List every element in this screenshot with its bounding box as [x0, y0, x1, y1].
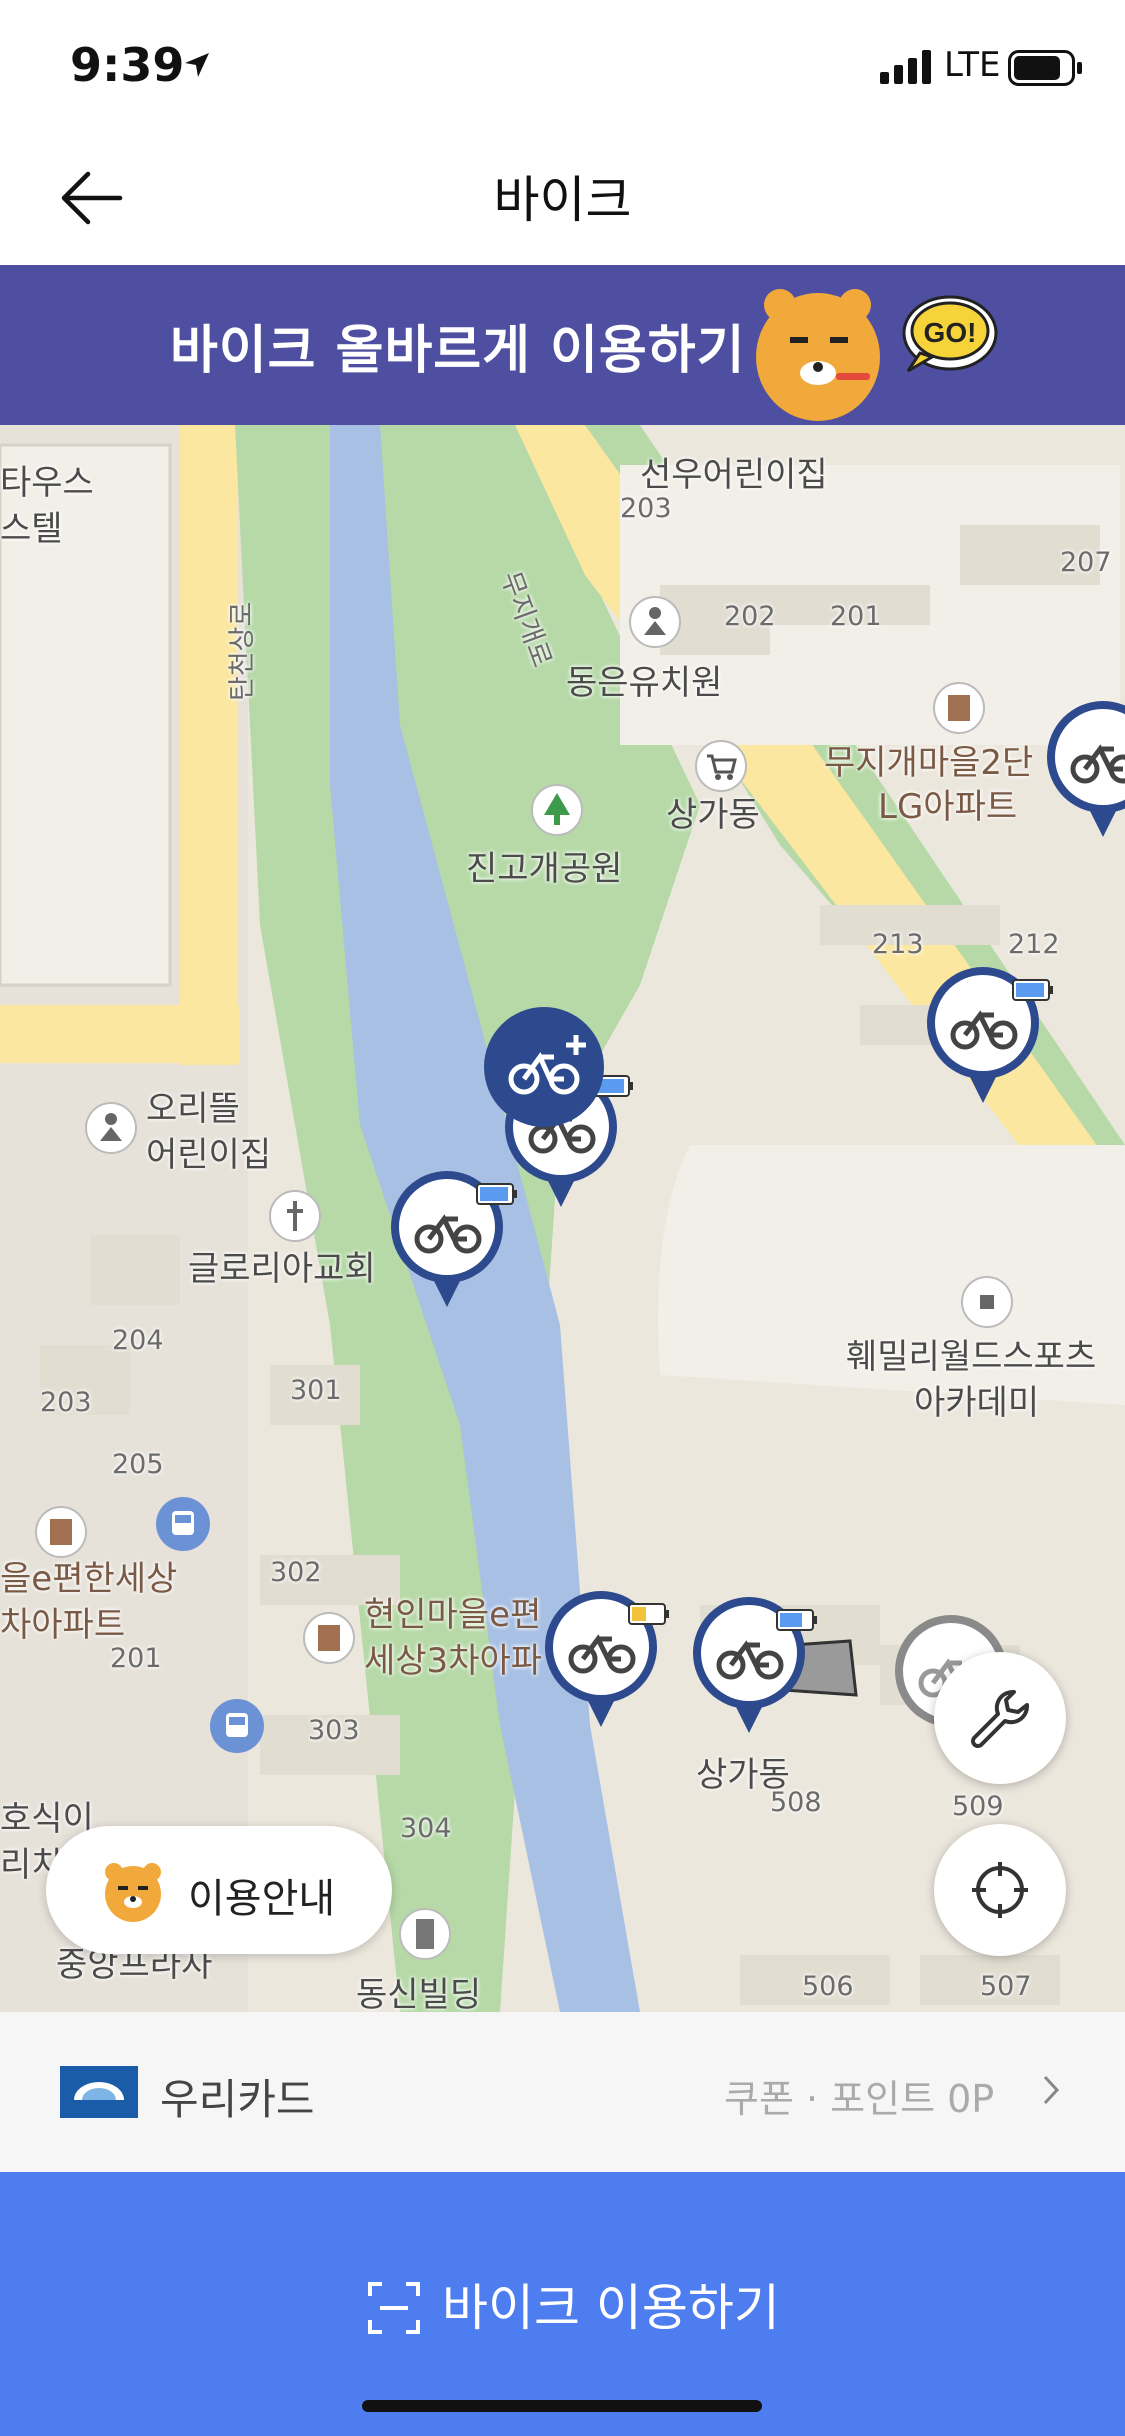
- building-number: 304: [400, 1813, 452, 1844]
- go-badge: GO!: [924, 317, 977, 348]
- building-number: 212: [1008, 929, 1060, 960]
- church-poi-icon[interactable]: [268, 1189, 322, 1243]
- map-label: 스텔: [0, 509, 63, 549]
- building-number: 302: [270, 1557, 322, 1588]
- network-type: LTE: [944, 45, 1001, 85]
- building-number: 213: [872, 929, 924, 960]
- card-logo-icon: [60, 2066, 138, 2118]
- coupon-points[interactable]: 쿠폰 · 포인트 0P: [724, 2068, 994, 2123]
- kindergarten-poi-icon[interactable]: [628, 595, 682, 649]
- building-number: 508: [770, 1787, 822, 1818]
- map-label: 아카데미: [914, 1383, 1040, 1423]
- park-tree-icon[interactable]: [530, 783, 584, 837]
- map-label: 훼밀리월드스포츠: [846, 1337, 1097, 1377]
- map-label: 타우스: [0, 463, 94, 503]
- bike-map[interactable]: 타우스 스텔 선우어린이집 무지개로 동은유치원 무지개마을2단 LG아파트 상…: [0, 425, 1125, 2012]
- map-label: 동신빌딩: [356, 1975, 482, 2012]
- apartment-poi-icon[interactable]: [34, 1505, 88, 1559]
- bus-stop-icon[interactable]: [154, 1495, 212, 1553]
- map-label: 상가동: [666, 795, 760, 835]
- wrench-icon: [971, 1689, 1030, 1748]
- building-number: 301: [290, 1375, 342, 1406]
- map-label: 무지개마을2단: [824, 743, 1034, 783]
- building-number: 203: [620, 493, 672, 524]
- scan-icon: [368, 2282, 420, 2334]
- banner-text: 바이크 올바르게 이용하기: [170, 321, 746, 381]
- battery-icon: [1008, 50, 1082, 86]
- battery-level-icon: [776, 1609, 817, 1631]
- my-location-button[interactable]: [934, 1824, 1066, 1956]
- map-base-layer: [0, 425, 1125, 2012]
- building-number: 207: [1060, 547, 1112, 578]
- map-label: 세상3차아파: [364, 1641, 543, 1681]
- mascot-face-icon: [105, 1863, 161, 1922]
- map-label: 어린이집: [146, 1135, 272, 1175]
- map-label: 오리뜰: [146, 1089, 240, 1129]
- use-bike-label: 바이크 이용하기: [442, 2279, 780, 2337]
- map-label: 선우어린이집: [640, 455, 828, 495]
- mascot-illustration: GO!: [756, 289, 998, 421]
- apartment-poi-icon[interactable]: [932, 681, 986, 735]
- chevron-right-icon[interactable]: [1042, 2074, 1060, 2106]
- bike-cluster-plus-icon[interactable]: [482, 1005, 606, 1129]
- apartment-poi-icon[interactable]: [302, 1611, 356, 1665]
- bus-stop-icon[interactable]: [208, 1697, 266, 1755]
- building-number: 205: [112, 1449, 164, 1480]
- building-number: 509: [952, 1791, 1004, 1822]
- map-label: LG아파트: [878, 787, 1018, 827]
- building-number: 201: [110, 1643, 162, 1674]
- battery-level-icon: [628, 1603, 669, 1625]
- page-title: 바이크: [493, 171, 632, 229]
- building-number: 201: [830, 601, 882, 632]
- building-number: 506: [802, 1971, 854, 2002]
- signal-icon: [880, 50, 931, 84]
- map-label: 차아파트: [0, 1605, 126, 1645]
- report-repair-button[interactable]: [934, 1652, 1066, 1784]
- sports-poi-icon[interactable]: [960, 1275, 1014, 1329]
- card-name: 우리카드: [160, 2075, 315, 2124]
- building-number: 203: [40, 1387, 92, 1418]
- map-label: 현인마을e편: [364, 1595, 542, 1635]
- home-indicator: [362, 2400, 762, 2412]
- bike-pin[interactable]: [1040, 697, 1125, 843]
- status-time: 9:39: [70, 38, 185, 92]
- usage-guide-label: 이용안내: [188, 1876, 336, 1922]
- building-number: 303: [308, 1715, 360, 1746]
- building-number: 507: [980, 1971, 1032, 2002]
- map-label: 을e편한세상: [0, 1559, 178, 1599]
- building-poi-icon[interactable]: [398, 1907, 452, 1961]
- location-arrow-icon: [185, 53, 209, 77]
- shopping-cart-poi-icon[interactable]: [694, 739, 748, 793]
- crosshair-icon: [972, 1862, 1028, 1918]
- road-label: 탄천상로: [227, 601, 258, 701]
- building-number: 202: [724, 601, 776, 632]
- battery-level-icon: [1012, 979, 1053, 1001]
- building-number: 204: [112, 1325, 164, 1356]
- kindergarten-poi-icon[interactable]: [84, 1101, 138, 1155]
- map-label: 동은유치원: [566, 663, 723, 703]
- map-label: 진고개공원: [466, 849, 623, 889]
- battery-level-icon: [476, 1183, 517, 1205]
- map-label: 글로리아교회: [188, 1249, 376, 1289]
